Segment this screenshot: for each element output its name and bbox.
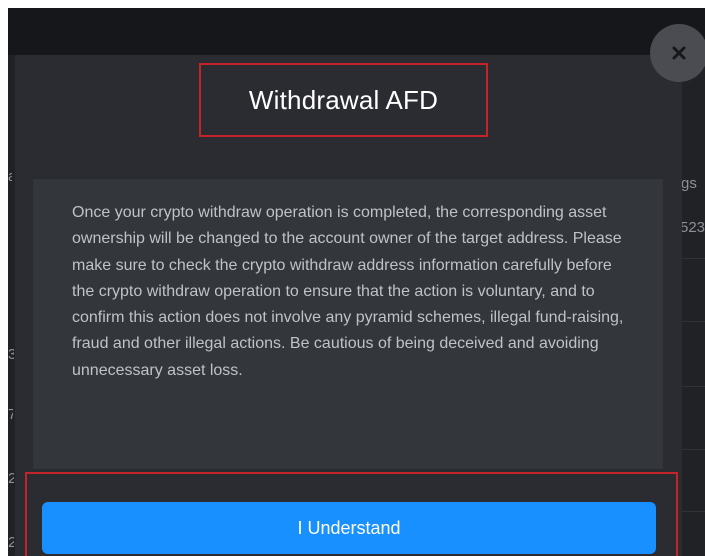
background-cell-left: a	[8, 168, 12, 185]
withdrawal-dialog: Withdrawal AFD Once your crypto withdraw…	[15, 55, 682, 556]
close-icon	[672, 46, 686, 60]
i-understand-button[interactable]: I Understand	[42, 502, 656, 554]
background-column-header: gs	[681, 175, 697, 192]
screen: gs 523 a 3 7 2 2 Withdrawal AFD Once you…	[0, 0, 705, 556]
dialog-title-highlight: Withdrawal AFD	[199, 63, 488, 137]
background-cell-left: 3	[8, 346, 14, 363]
background-row-divider	[681, 449, 705, 450]
background-header	[8, 8, 705, 55]
dialog-title: Withdrawal AFD	[248, 84, 439, 115]
background-row-divider	[681, 386, 705, 387]
background-cell-left: 7	[8, 406, 13, 423]
withdrawal-notice-text: Once your crypto withdraw operation is c…	[72, 204, 624, 379]
background-row-divider	[681, 258, 705, 259]
background-row-divider	[681, 511, 705, 512]
background-cell-value: 523	[680, 219, 705, 236]
withdrawal-notice-panel: Once your crypto withdraw operation is c…	[33, 179, 663, 469]
background-row-divider	[681, 321, 705, 322]
background-cell-left: 2	[8, 470, 14, 487]
dialog-footer-highlight: I Understand	[25, 472, 678, 556]
close-button[interactable]	[650, 24, 705, 82]
background-cell-left: 2	[8, 534, 14, 551]
